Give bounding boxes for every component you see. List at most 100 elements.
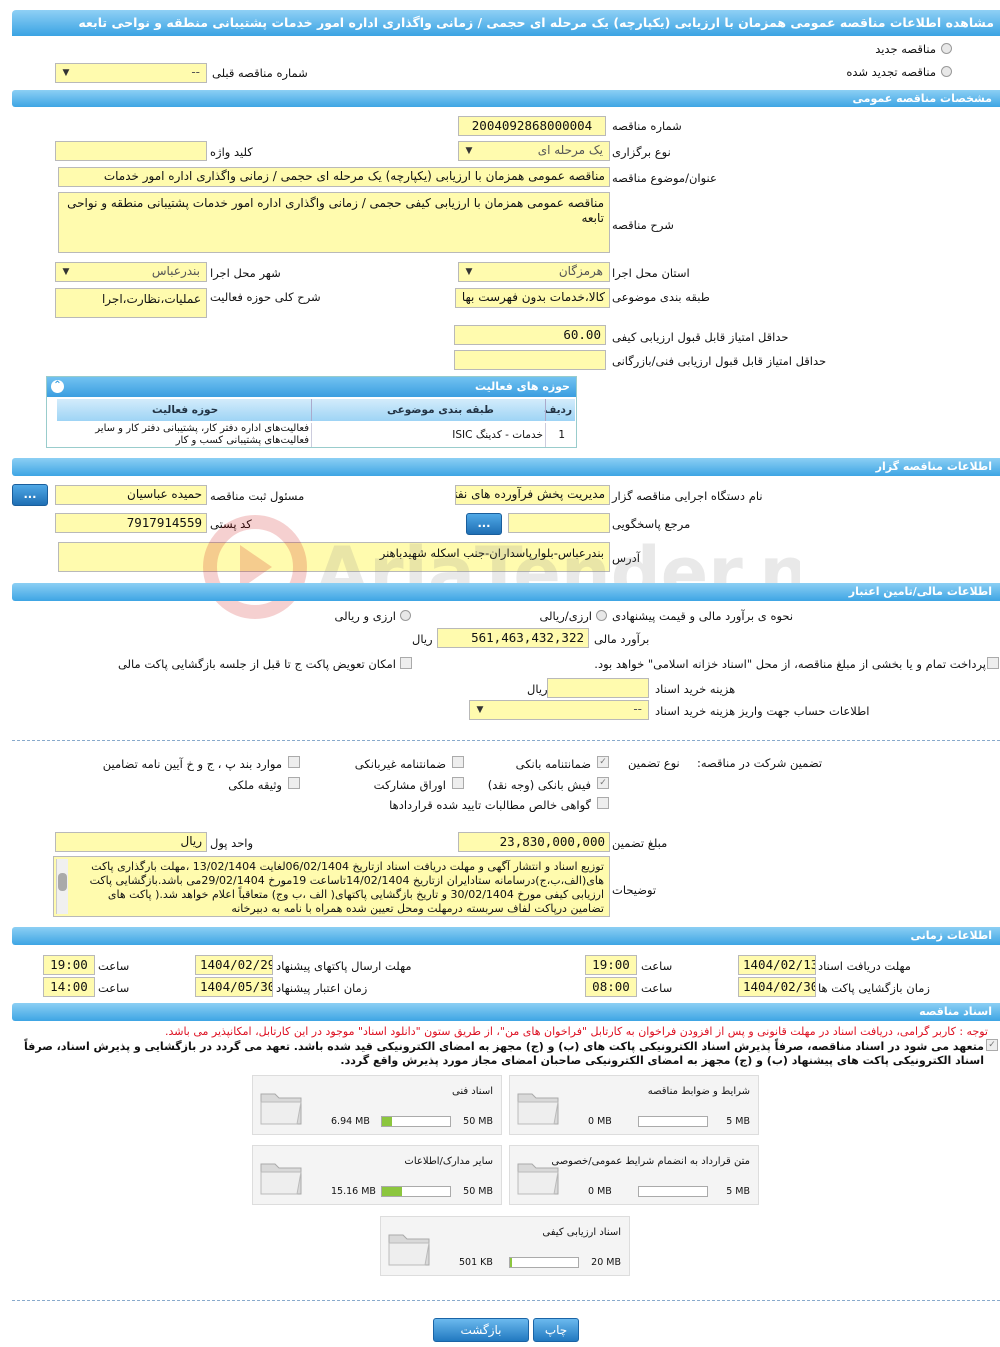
swap-label: امکان تعویض پاکت ج تا قبل از جلسه بازگشا… — [117, 657, 396, 671]
account-select[interactable]: ▼ -- — [469, 700, 649, 720]
file-progress — [638, 1116, 708, 1127]
guarantee-amount-label: مبلغ تضمین — [612, 836, 668, 850]
type-label: نوع برگزاری — [612, 145, 671, 159]
guarantee-company-label: تضمین شرکت در مناقصه: — [697, 756, 823, 770]
city-value: بندرعباس — [151, 264, 200, 278]
row-activity: فعالیت‌های اداره دفتر کار، پشتیبانی دفتر… — [95, 423, 309, 446]
col-category: طبقه بندی موضوعی — [387, 404, 494, 416]
section-timing: اطلاعات زمانی — [12, 927, 1000, 945]
file-card-contract[interactable]: متن قرارداد به انضمام شرایط عمومی/خصوصی … — [509, 1145, 759, 1205]
guarantee-bonds-checkbox[interactable] — [452, 777, 464, 789]
postal-code-field[interactable]: 7917914559 — [55, 513, 207, 533]
file-card-other[interactable]: سایر مدارک/اطلاعات 15.16 MB 50 MB — [252, 1145, 502, 1205]
valid-date-label: زمان اعتبار پیشنهاد — [276, 981, 368, 995]
documents-note: توجه : کاربر گرامی، دریافت اسناد در مهلت… — [164, 1025, 988, 1038]
valid-date-field[interactable]: 1404/05/30 — [195, 977, 273, 997]
notes-text: توزیع اسناد و انتشار آگهی و مهلت دریافت … — [89, 860, 604, 915]
send-date-label: مهلت ارسال پاکتهای پیشنهاد — [276, 959, 412, 973]
file-progress — [509, 1257, 579, 1268]
open-date-field[interactable]: 1404/02/30 — [738, 977, 816, 997]
file-max: 5 MB — [726, 1116, 750, 1127]
category-label: طبقه بندی موضوعی — [612, 290, 710, 304]
file-max: 50 MB — [463, 1116, 493, 1127]
send-time-field[interactable]: 19:00 — [43, 955, 95, 975]
estimate-unit: ریال — [412, 632, 433, 646]
file-size: 501 KB — [459, 1257, 493, 1268]
guarantee-type-label: نوع تضمین — [628, 756, 680, 770]
file-size: 6.94 MB — [331, 1116, 370, 1127]
collapse-icon[interactable]: ⌃ — [51, 380, 64, 393]
responsible-lookup-button[interactable]: ... — [12, 484, 48, 506]
file-max: 5 MB — [726, 1186, 750, 1197]
file-name: اسناد ارزیابی کیفی — [542, 1227, 621, 1238]
commit-checkbox[interactable]: ✓ — [986, 1039, 998, 1051]
subject-field[interactable]: مناقصه عمومی همزمان با ارزیابی (یکپارچه)… — [58, 167, 610, 187]
method-mixed-radio[interactable] — [400, 610, 411, 621]
receive-date-label: مهلت دریافت اسناد — [818, 959, 911, 973]
scope-label: شرح کلی حوزه فعالیت — [210, 290, 321, 304]
valid-time-field[interactable]: 14:00 — [43, 977, 95, 997]
organizer-name-field[interactable]: مدیریت پخش فرآورده های نفتی — [455, 485, 610, 505]
file-name: اسناد فنی — [452, 1086, 493, 1097]
keyword-field[interactable] — [55, 141, 207, 161]
type-value: یک مرحله ای — [537, 143, 603, 157]
min-tech-label: حداقل امتیاز قابل قبول ارزیابی فنی/بازرگ… — [612, 354, 827, 368]
estimate-field[interactable]: 561,463,432,322 — [437, 628, 589, 648]
tender-number-field[interactable]: 2004092868000004 — [458, 116, 606, 136]
notes-field[interactable]: توزیع اسناد و انتشار آگهی و مهلت دریافت … — [53, 856, 610, 917]
type-select[interactable]: ▼ یک مرحله ای — [458, 141, 610, 161]
row-number: 1 — [558, 429, 565, 441]
guarantee-claims-checkbox[interactable] — [597, 797, 609, 809]
doc-fee-field[interactable] — [547, 678, 649, 698]
description-field[interactable]: مناقصه عمومی همزمان با ارزیابی کیفی حجمی… — [58, 192, 610, 253]
file-size: 0 MB — [588, 1186, 612, 1197]
table-row: 1 خدمات - کدینگ ISIC فعالیت‌های اداره دف… — [57, 423, 575, 447]
estimate-label: برآورد مالی — [594, 632, 650, 646]
scroll-thumb[interactable] — [58, 873, 67, 891]
folder-icon — [517, 1093, 559, 1125]
method-rial-radio[interactable] — [596, 610, 607, 621]
watermark-text: AriaTender.neT — [315, 532, 800, 614]
min-tech-field[interactable] — [454, 350, 606, 370]
chevron-down-icon: ▼ — [476, 705, 484, 715]
file-card-terms[interactable]: شرایط و ضوابط مناقصه 0 MB 5 MB — [509, 1075, 759, 1135]
print-button[interactable]: چاپ — [533, 1318, 579, 1342]
new-tender-radio[interactable] — [941, 43, 952, 54]
file-progress — [381, 1116, 451, 1127]
file-card-quality[interactable]: اسناد ارزیابی کیفی 501 KB 20 MB — [380, 1216, 630, 1276]
receive-time-field[interactable]: 19:00 — [585, 955, 637, 975]
col-row: ردیف — [544, 404, 572, 416]
section-documents: اسناد مناقصه — [12, 1003, 1000, 1021]
receive-date-field[interactable]: 1404/02/13 — [738, 955, 816, 975]
category-field[interactable]: کالا،خدمات بدون فهرست بها — [455, 288, 610, 308]
activity-header: حوزه های فعالیت ⌃ — [47, 377, 576, 397]
scope-field[interactable]: عملیات،نظارت،اجرا — [55, 288, 207, 318]
renewed-tender-radio[interactable] — [941, 66, 952, 77]
guarantee-cash-checkbox[interactable]: ✓ — [597, 777, 609, 789]
file-size: 0 MB — [588, 1116, 612, 1127]
treasury-checkbox[interactable] — [987, 657, 999, 669]
subject-label: عنوان/موضوع مناقصه — [612, 171, 717, 185]
province-select[interactable]: ▼ هرمزگان — [458, 262, 610, 282]
send-date-field[interactable]: 1404/02/29 — [195, 955, 273, 975]
guarantee-amount-field[interactable]: 23,830,000,000 — [458, 832, 610, 852]
open-time-field[interactable]: 08:00 — [585, 977, 637, 997]
guarantee-property-checkbox[interactable] — [288, 777, 300, 789]
min-quality-field[interactable]: 60.00 — [454, 325, 606, 345]
back-button[interactable]: بازگشت — [433, 1318, 529, 1342]
city-select[interactable]: ▼ بندرعباس — [55, 262, 207, 282]
notes-scrollbar[interactable] — [56, 859, 68, 914]
guarantee-other-checkbox[interactable] — [288, 756, 300, 768]
guarantee-bank-checkbox[interactable]: ✓ — [597, 756, 609, 768]
prev-number-select[interactable]: ▼ -- — [55, 63, 207, 83]
file-progress-fill — [510, 1258, 513, 1267]
responsible-field[interactable]: حمیده عباسیان — [55, 485, 207, 505]
prev-number-value: -- — [191, 65, 200, 79]
guarantee-nonbank-checkbox[interactable] — [452, 756, 464, 768]
currency-field[interactable]: ریال — [55, 832, 207, 852]
prev-number-label: شماره مناقصه قبلی — [212, 66, 308, 80]
file-max: 50 MB — [463, 1186, 493, 1197]
file-card-technical[interactable]: اسناد فنی 6.94 MB 50 MB — [252, 1075, 502, 1135]
swap-checkbox[interactable] — [400, 657, 412, 669]
min-quality-label: حداقل امتیاز قابل قبول ارزیابی کیفی — [612, 330, 789, 344]
